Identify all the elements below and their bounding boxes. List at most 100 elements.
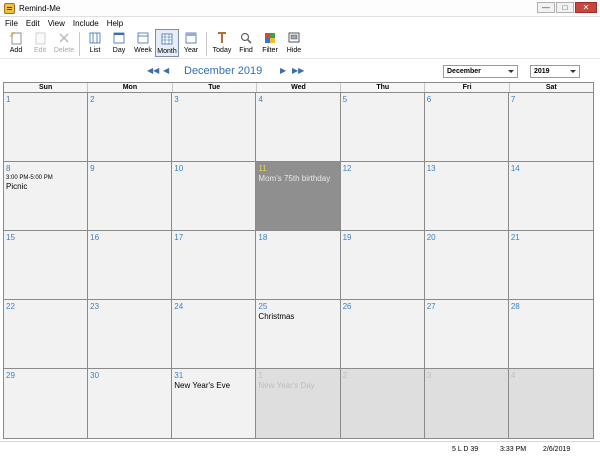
day-label: Day — [112, 47, 126, 54]
weekday-sat: Sat — [545, 84, 557, 91]
weekday-fri: Fri — [425, 83, 510, 92]
calendar-event[interactable]: Mom's 75th birthday — [258, 174, 337, 183]
day-cell[interactable]: 7 — [508, 93, 593, 162]
day-cell[interactable]: 13 — [424, 162, 509, 231]
day-number: 20 — [426, 233, 436, 242]
filter-label: Filter — [262, 47, 278, 54]
first-month-button[interactable]: ◀◀ — [147, 66, 159, 75]
day-number: 8 — [6, 164, 11, 173]
weekday-tue: Tue — [173, 83, 257, 92]
window-controls: — □ ✕ — [537, 2, 597, 13]
day-number: 26 — [342, 302, 352, 311]
day-cell[interactable]: 4 — [256, 93, 341, 162]
calendar-event[interactable]: New Year's Eve — [174, 381, 253, 390]
day-cell[interactable]: 11 Mom's 75th birthday — [256, 162, 341, 231]
menu-include[interactable]: Include — [69, 19, 103, 28]
window-title: Remind-Me — [19, 3, 61, 13]
next-month-button[interactable]: ▶ — [280, 66, 286, 75]
hide-button[interactable]: Hide — [282, 29, 306, 57]
day-cell[interactable]: 22 — [4, 300, 89, 369]
day-cell[interactable]: 18 — [256, 231, 341, 300]
day-cell[interactable]: 19 — [340, 231, 425, 300]
today-button[interactable]: Today — [210, 29, 234, 57]
month-calendar: Sun Mon Tue Wed Thu Fri Sat 1 2 3 4 5 6 7 8 3:00… — [3, 82, 594, 439]
list-view-button[interactable]: List — [83, 29, 107, 57]
hide-icon — [288, 32, 300, 43]
day-cell[interactable]: 31 New Year's Eve — [172, 369, 257, 438]
calendar-event[interactable]: Christmas — [258, 312, 337, 321]
day-cell[interactable]: 3 — [424, 369, 509, 438]
month-select[interactable]: December — [443, 65, 518, 78]
menu-edit[interactable]: Edit — [22, 19, 44, 28]
maximize-button[interactable]: □ — [556, 2, 574, 13]
day-cell[interactable]: 28 — [508, 300, 593, 369]
day-number: 30 — [90, 371, 100, 380]
day-cell[interactable]: 14 — [508, 162, 593, 231]
day-cell[interactable]: 6 — [424, 93, 509, 162]
day-cell[interactable]: 15 — [4, 231, 89, 300]
menu-view[interactable]: View — [44, 19, 69, 28]
close-button[interactable]: ✕ — [575, 2, 597, 13]
day-cell[interactable]: 9 — [88, 162, 173, 231]
weekday-wed: Wed — [257, 83, 342, 92]
today-icon — [218, 32, 226, 43]
day-cell[interactable]: 29 — [4, 369, 89, 438]
add-button[interactable]: Add — [4, 29, 28, 57]
delete-icon — [59, 33, 69, 43]
day-cell[interactable]: 23 — [88, 300, 173, 369]
menu-help[interactable]: Help — [103, 19, 127, 28]
day-cell[interactable]: 5 — [340, 93, 425, 162]
edit-button[interactable]: Edit — [28, 29, 52, 57]
year-view-button[interactable]: Year — [179, 29, 203, 57]
week-view-button[interactable]: Week — [131, 29, 155, 57]
day-cell[interactable]: 26 — [340, 300, 425, 369]
day-cell[interactable]: 3 — [172, 93, 257, 162]
last-month-button[interactable]: ▶▶ — [292, 66, 304, 75]
month-view-button[interactable]: Month — [155, 29, 179, 57]
day-cell[interactable]: 27 — [424, 300, 509, 369]
day-number: 19 — [342, 233, 352, 242]
delete-button[interactable]: Delete — [52, 29, 76, 57]
day-cell[interactable]: 21 — [508, 231, 593, 300]
day-cell[interactable]: 30 — [88, 369, 173, 438]
day-number: 4 — [258, 95, 263, 104]
status-date: 2/6/2019 — [543, 446, 571, 453]
menu-file[interactable]: File — [0, 19, 22, 28]
day-number: 21 — [510, 233, 520, 242]
day-cell[interactable]: 1 — [4, 93, 89, 162]
year-select[interactable]: 2019 — [530, 65, 580, 78]
menu-bar: File Edit View Include Help — [0, 17, 600, 29]
day-cell[interactable]: 20 — [424, 231, 509, 300]
list-label: List — [89, 47, 101, 54]
chevron-down-icon — [508, 70, 514, 73]
day-cell[interactable]: 10 — [172, 162, 257, 231]
day-cell[interactable]: 16 — [88, 231, 173, 300]
filter-button[interactable]: Filter — [258, 29, 282, 57]
week-icon — [137, 32, 149, 44]
day-number: 12 — [342, 164, 352, 173]
toolbar: Add Edit Delete List Day Week Month Year… — [0, 29, 600, 59]
minimize-button[interactable]: — — [537, 2, 555, 13]
day-cell[interactable]: 12 — [340, 162, 425, 231]
app-icon — [4, 2, 15, 14]
weekday-thu: Thu — [341, 83, 426, 92]
calendar-event[interactable]: New Year's Day — [258, 381, 337, 390]
day-cell[interactable]: 25 Christmas — [256, 300, 341, 369]
day-view-button[interactable]: Day — [107, 29, 131, 57]
day-cell[interactable]: 8 3:00 PM-5:00 PM Picnic — [4, 162, 89, 231]
day-cell[interactable]: 24 — [172, 300, 257, 369]
day-cell[interactable]: 17 — [172, 231, 257, 300]
day-number: 4 — [510, 371, 516, 380]
day-cell[interactable]: 2 — [340, 369, 425, 438]
year-select-value: 2019 — [534, 68, 550, 75]
find-button[interactable]: Find — [234, 29, 258, 57]
calendar-event[interactable]: Picnic — [6, 182, 85, 191]
day-cell[interactable]: 1 New Year's Day — [256, 369, 341, 438]
toolbar-separator — [206, 32, 207, 56]
status-counts: 5 L D 39 — [452, 446, 479, 453]
day-cell[interactable]: 2 — [88, 93, 173, 162]
day-cell[interactable]: 4 — [508, 369, 593, 438]
previous-month-button[interactable]: ◀ — [163, 66, 169, 75]
day-number: 3 — [174, 95, 179, 104]
week-label: Week — [134, 47, 152, 54]
